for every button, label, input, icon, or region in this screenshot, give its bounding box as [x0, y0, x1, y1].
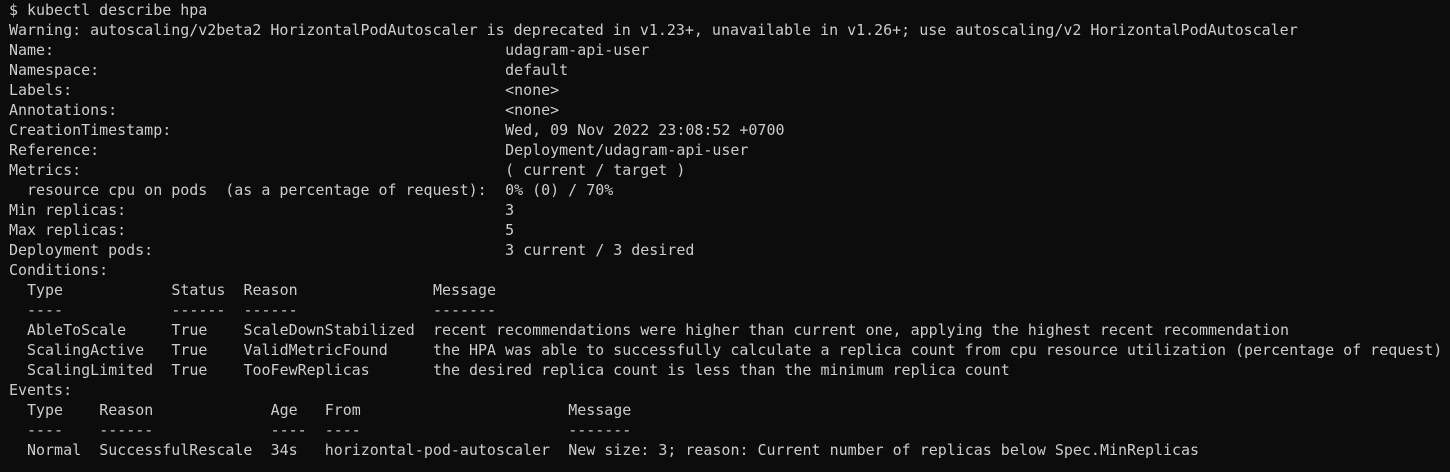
col-status: True	[171, 341, 208, 359]
field-value: 0% (0) / 70%	[505, 181, 614, 199]
conditions-divider-row: ---- ------ ------ -------	[9, 300, 1447, 320]
col-age: Age	[270, 401, 298, 419]
name-row: Name: udagram-api-user	[9, 40, 1447, 60]
field-value: ( current / target )	[505, 161, 686, 179]
col-message: the HPA was able to successfully calcula…	[432, 341, 1443, 359]
col-status: True	[171, 361, 208, 379]
min-replicas-row: Min replicas: 3	[9, 200, 1447, 220]
col-type: Type	[9, 401, 64, 419]
col-type: ----	[9, 421, 64, 439]
metrics-row: Metrics: ( current / target )	[9, 160, 1447, 180]
events-heading: Events:	[9, 380, 1447, 400]
field-label: Deployment pods:	[9, 241, 154, 259]
events-header-row: Type Reason Age From Message	[9, 400, 1447, 420]
condition-row: ScalingLimited True TooFewReplicas the desi…	[9, 360, 1447, 380]
field-value: 5	[505, 221, 515, 239]
col-type: Normal	[9, 441, 82, 459]
warning-line: Warning: autoscaling/v2beta2 HorizontalP…	[9, 20, 1447, 40]
col-reason: ValidMetricFound	[243, 341, 388, 359]
annotations-row: Annotations: <none>	[9, 100, 1447, 120]
conditions-header-row: Type Status Reason Message	[9, 280, 1447, 300]
col-status: ------	[171, 301, 226, 319]
field-label: Annotations:	[9, 101, 118, 119]
field-label: Labels:	[9, 81, 73, 99]
col-status: True	[171, 321, 208, 339]
field-value: udagram-api-user	[505, 41, 650, 59]
col-reason: ------	[99, 421, 154, 439]
field-label: resource cpu on pods (as a percentage of…	[9, 181, 487, 199]
cpu-metric-row: resource cpu on pods (as a percentage of…	[9, 180, 1447, 200]
field-value: <none>	[505, 81, 560, 99]
col-reason: ScaleDownStabilized	[243, 321, 415, 339]
col-message: -------	[432, 301, 497, 319]
col-message: recent recommendations were higher than …	[432, 321, 1290, 339]
field-label: CreationTimestamp:	[9, 121, 172, 139]
col-message: Message	[432, 281, 497, 299]
max-replicas-row: Max replicas: 5	[9, 220, 1447, 240]
field-label: Max replicas:	[9, 221, 127, 239]
col-type: ScalingLimited	[9, 361, 154, 379]
col-reason: SuccessfulRescale	[99, 441, 253, 459]
col-reason: TooFewReplicas	[243, 361, 370, 379]
field-value: Wed, 09 Nov 2022 23:08:52 +0700	[505, 121, 785, 139]
col-message: -------	[568, 421, 632, 439]
field-value: Deployment/udagram-api-user	[505, 141, 749, 159]
events-divider-row: ---- ------ ---- ---- -------	[9, 420, 1447, 440]
col-message: the desired replica count is less than t…	[432, 361, 1010, 379]
field-value: <none>	[505, 101, 560, 119]
col-reason: ------	[243, 301, 298, 319]
field-label: Min replicas:	[9, 201, 127, 219]
col-type: AbleToScale	[9, 321, 127, 339]
namespace-row: Namespace: default	[9, 60, 1447, 80]
col-age: 34s	[270, 441, 298, 459]
col-type: ----	[9, 301, 64, 319]
col-age: ----	[270, 421, 307, 439]
command-text: $ kubectl describe hpa	[9, 1, 208, 19]
col-message: New size: 3; reason: Current number of r…	[568, 441, 1200, 459]
field-value: 3 current / 3 desired	[505, 241, 695, 259]
section-title: Conditions:	[9, 261, 109, 279]
field-value: default	[505, 61, 569, 79]
col-type: Type	[9, 281, 64, 299]
command-line: $ kubectl describe hpa	[9, 0, 1447, 20]
reference-row: Reference: Deployment/udagram-api-user	[9, 140, 1447, 160]
creation-timestamp-row: CreationTimestamp: Wed, 09 Nov 2022 23:08…	[9, 120, 1447, 140]
conditions-heading: Conditions:	[9, 260, 1447, 280]
field-label: Metrics:	[9, 161, 82, 179]
deployment-pods-row: Deployment pods: 3 current / 3 desired	[9, 240, 1447, 260]
labels-row: Labels: <none>	[9, 80, 1447, 100]
condition-row: ScalingActive True ValidMetricFound the HPA…	[9, 340, 1447, 360]
col-status: Status	[171, 281, 226, 299]
col-type: ScalingActive	[9, 341, 145, 359]
field-label: Name:	[9, 41, 55, 59]
col-from: horizontal-pod-autoscaler	[324, 441, 550, 459]
field-value: 3	[505, 201, 515, 219]
field-label: Namespace:	[9, 61, 100, 79]
warning-text: Warning: autoscaling/v2beta2 HorizontalP…	[9, 21, 1298, 39]
col-reason: Reason	[99, 401, 154, 419]
col-reason: Reason	[243, 281, 298, 299]
col-message: Message	[568, 401, 632, 419]
section-title: Events:	[9, 381, 73, 399]
condition-row: AbleToScale True ScaleDownStabilized recent…	[9, 320, 1447, 340]
col-from: From	[324, 401, 361, 419]
event-row: Normal SuccessfulRescale 34s horizontal-pod…	[9, 440, 1447, 460]
terminal-output[interactable]: $ kubectl describe hpa Warning: autoscal…	[9, 0, 1447, 472]
field-label: Reference:	[9, 141, 100, 159]
col-from: ----	[324, 421, 361, 439]
